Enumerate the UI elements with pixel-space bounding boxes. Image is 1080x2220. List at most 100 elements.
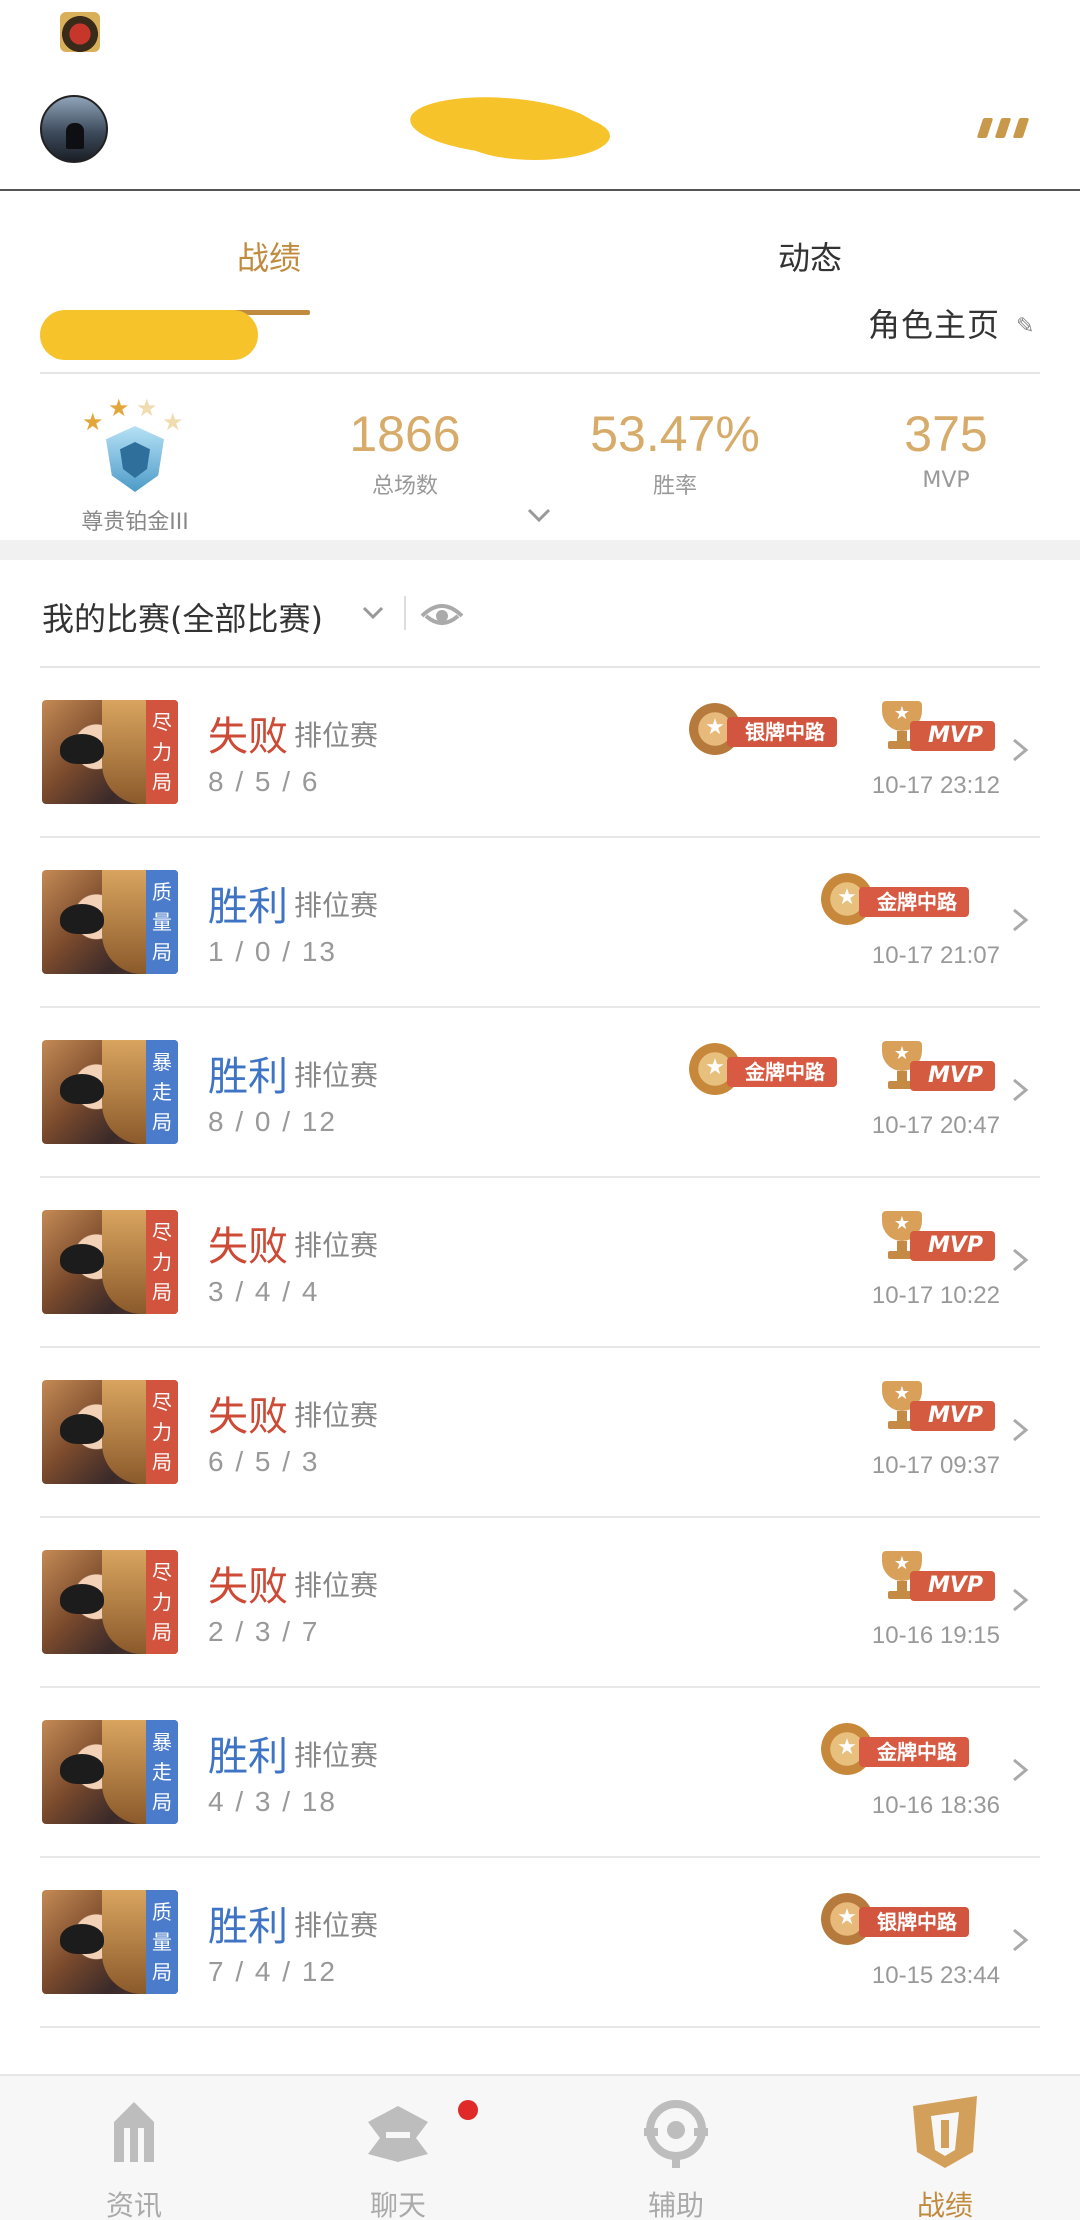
hero-portrait: 质量局 — [42, 1890, 178, 1994]
chevron-right-icon[interactable] — [1008, 1584, 1032, 1616]
chevron-right-icon[interactable] — [1008, 904, 1032, 936]
chevron-right-icon[interactable] — [1008, 734, 1032, 766]
mvp-badge-label: MVP — [910, 1231, 996, 1261]
chevron-right-icon[interactable] — [1008, 1414, 1032, 1446]
profile-stats: ★ ★ ★ ★ 尊贵铂金III 1866 总场数 53.47% 胜率 375 M… — [0, 374, 1080, 540]
match-mode: 排位赛 — [294, 719, 379, 752]
nav-assist[interactable]: 辅助 — [606, 2092, 746, 2220]
match-badges: ★ MVP — [874, 1551, 996, 1606]
redacted-role-name — [40, 310, 258, 360]
match-mode: 排位赛 — [294, 1739, 379, 1772]
match-tag: 暴走局 — [146, 1720, 178, 1824]
stat-label: MVP — [922, 468, 970, 493]
tab-record[interactable]: 战绩 — [237, 233, 301, 279]
match-badges: ★ 金牌中路 ★ MVP — [689, 1041, 996, 1096]
mvp-badge-label: MVP — [910, 1571, 996, 1601]
tab-bar: 战绩 动态 — [0, 193, 1080, 315]
chevron-right-icon[interactable] — [1008, 1924, 1032, 1956]
chevron-right-icon[interactable] — [1008, 1244, 1032, 1276]
lane-badge: ★ 银牌中路 — [689, 703, 864, 755]
bottom-nav: 资讯 聊天 辅助 战绩 — [0, 2074, 1080, 2220]
nav-label: 聊天 — [369, 2189, 426, 2220]
nav-news[interactable]: 资讯 — [64, 2092, 204, 2220]
mvp-badge-label: MVP — [910, 1401, 996, 1431]
match-kda: 7 / 4 / 12 — [208, 1956, 337, 1987]
app-notification-icon — [60, 12, 100, 52]
match-row[interactable]: 质量局胜利 排位赛 7 / 4 / 12 ★ 银牌中路 10-15 23:44 — [40, 1858, 1040, 2028]
hero-portrait: 暴走局 — [42, 1720, 178, 1824]
nav-record[interactable]: 战绩 — [875, 2092, 1015, 2220]
mvp-badge-label: MVP — [910, 1061, 996, 1091]
match-row[interactable]: 尽力局失败 排位赛 8 / 5 / 6 ★ 银牌中路 ★ MVP 10-17 23:12 — [40, 668, 1040, 838]
match-row[interactable]: 暴走局胜利 排位赛 8 / 0 / 12 ★ 金牌中路 ★ MVP 10-17 20:47 — [40, 1008, 1040, 1178]
match-row[interactable]: 尽力局失败 排位赛 6 / 5 / 3 ★ MVP 10-17 09:37 — [40, 1348, 1040, 1518]
mvp-badge: ★ MVP — [874, 1381, 996, 1431]
role-bar: 角色主页 ✎ — [0, 300, 1080, 372]
match-row[interactable]: 尽力局失败 排位赛 3 / 4 / 4 ★ MVP 10-17 10:22 — [40, 1178, 1040, 1348]
news-icon — [114, 2102, 154, 2162]
stat-value: 53.47% — [590, 406, 760, 462]
match-filter-bar: 我的比赛(全部比赛) — [0, 560, 1080, 666]
chevron-down-icon[interactable] — [360, 600, 386, 626]
tab-feed[interactable]: 动态 — [778, 233, 842, 279]
match-kda: 2 / 3 / 7 — [208, 1616, 320, 1647]
role-homepage-link[interactable]: 角色主页 — [868, 300, 1000, 346]
match-mode: 排位赛 — [294, 1059, 379, 1092]
match-kda: 4 / 3 / 18 — [208, 1786, 337, 1817]
match-result: 胜利 — [208, 1904, 288, 1950]
top-header — [0, 70, 1080, 191]
lane-badge-label: 金牌中路 — [727, 1057, 837, 1087]
nav-label: 战绩 — [916, 2189, 973, 2220]
eye-icon[interactable] — [418, 594, 466, 634]
match-result: 胜利 — [208, 884, 288, 930]
match-result: 胜利 — [208, 1734, 288, 1780]
hero-portrait: 尽力局 — [42, 1550, 178, 1654]
stat-value: 375 — [904, 406, 988, 462]
match-row[interactable]: 质量局胜利 排位赛 1 / 0 / 13 ★ 金牌中路 10-17 21:07 — [40, 838, 1040, 1008]
match-badges: ★ 银牌中路 — [821, 1892, 996, 1946]
match-badges: ★ 金牌中路 — [821, 872, 996, 926]
match-mode: 排位赛 — [294, 1229, 379, 1262]
redacted-username — [408, 90, 610, 161]
lane-badge: ★ 金牌中路 — [821, 873, 996, 925]
rank-emblem-icon: ★ ★ ★ ★ — [76, 386, 194, 496]
match-row[interactable]: 尽力局失败 排位赛 2 / 3 / 7 ★ MVP 10-16 19:15 — [40, 1518, 1040, 1688]
match-time: 10-17 23:12 — [871, 772, 1000, 799]
match-kda: 3 / 4 / 4 — [208, 1276, 320, 1307]
stat-label: 胜率 — [652, 474, 697, 499]
more-icon[interactable] — [976, 118, 1034, 142]
match-mode: 排位赛 — [294, 889, 379, 922]
divider — [404, 596, 406, 630]
match-badges: ★ 银牌中路 ★ MVP — [689, 701, 996, 756]
stat-label: 总场数 — [371, 474, 438, 499]
match-result: 失败 — [208, 1394, 288, 1440]
match-result: 失败 — [208, 1564, 288, 1610]
hero-portrait: 尽力局 — [42, 1380, 178, 1484]
match-mode: 排位赛 — [294, 1909, 379, 1942]
match-tag: 质量局 — [146, 870, 178, 974]
match-tag: 尽力局 — [146, 700, 178, 804]
match-time: 10-17 20:47 — [871, 1112, 1000, 1139]
match-result: 失败 — [208, 1224, 288, 1270]
avatar[interactable] — [40, 95, 108, 163]
edit-icon[interactable]: ✎ — [1016, 314, 1034, 339]
stat-mvp: 375 MVP — [826, 404, 1066, 493]
nav-chat[interactable]: 聊天 — [328, 2092, 468, 2220]
mvp-badge-label: MVP — [910, 721, 996, 751]
match-row[interactable]: 暴走局胜利 排位赛 4 / 3 / 18 ★ 金牌中路 10-16 18:36 — [40, 1688, 1040, 1858]
match-badges: ★ MVP — [874, 1381, 996, 1436]
chevron-right-icon[interactable] — [1008, 1074, 1032, 1106]
chevron-right-icon[interactable] — [1008, 1754, 1032, 1786]
match-mode: 排位赛 — [294, 1569, 379, 1602]
hero-portrait: 尽力局 — [42, 1210, 178, 1314]
expand-chevron-icon[interactable] — [524, 500, 554, 530]
match-tag: 尽力局 — [146, 1550, 178, 1654]
match-kda: 8 / 0 / 12 — [208, 1106, 337, 1137]
match-badges: ★ MVP — [874, 1211, 996, 1266]
match-filter-title[interactable]: 我的比赛(全部比赛) — [42, 594, 323, 640]
hero-portrait: 暴走局 — [42, 1040, 178, 1144]
hero-portrait: 尽力局 — [42, 700, 178, 804]
match-kda: 1 / 0 / 13 — [208, 936, 337, 967]
lane-badge: ★ 银牌中路 — [821, 1893, 996, 1945]
rank-name: 尊贵铂金III — [81, 510, 189, 535]
